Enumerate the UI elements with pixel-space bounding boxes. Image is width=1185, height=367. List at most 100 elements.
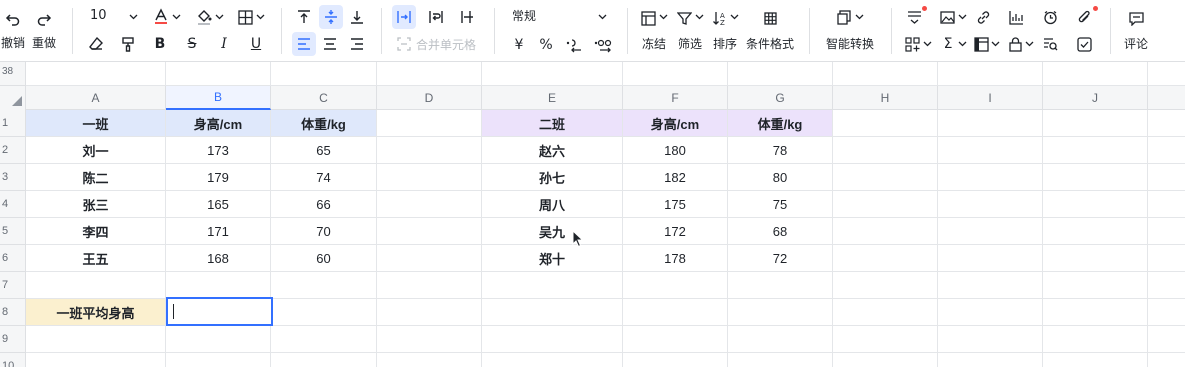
weight-cell[interactable]: 75 — [728, 191, 833, 218]
italic-icon[interactable]: I — [214, 34, 234, 54]
column-header-d[interactable]: D — [377, 86, 482, 110]
grid-cell[interactable] — [1148, 191, 1185, 218]
name-cell[interactable]: 周八 — [482, 191, 623, 218]
grid-cell[interactable] — [26, 326, 166, 353]
column-header-e[interactable]: E — [482, 86, 623, 110]
grid-cell[interactable] — [1148, 218, 1185, 245]
comment-icon[interactable] — [1127, 9, 1145, 27]
grid-cell[interactable] — [377, 110, 482, 137]
align-center-icon[interactable] — [319, 33, 341, 55]
grid-cell[interactable] — [623, 62, 728, 86]
redo-button[interactable]: 重做 — [32, 36, 56, 50]
conditional-format-button[interactable]: 条件格式 — [746, 37, 794, 51]
weight-cell[interactable]: 72 — [728, 245, 833, 272]
grid-cell[interactable] — [938, 326, 1043, 353]
grid-cell[interactable] — [271, 326, 377, 353]
undo-button[interactable]: 撤销 — [1, 36, 25, 50]
row-header[interactable]: 8 — [0, 299, 26, 326]
height-cell[interactable]: 168 — [166, 245, 271, 272]
fill-color-icon[interactable] — [195, 7, 213, 27]
weight-cell[interactable]: 80 — [728, 164, 833, 191]
align-top-icon[interactable] — [293, 6, 315, 28]
checkbox-icon[interactable] — [1075, 35, 1093, 53]
weight-cell[interactable]: 78 — [728, 137, 833, 164]
grid-cell[interactable] — [728, 326, 833, 353]
grid-cell[interactable] — [938, 137, 1043, 164]
grid-cell[interactable] — [1148, 164, 1185, 191]
grid-cell[interactable] — [1148, 110, 1185, 137]
name-cell[interactable]: 李四 — [26, 218, 166, 245]
underline-icon[interactable]: U — [246, 34, 266, 54]
grid-cell[interactable] — [833, 326, 938, 353]
link-icon[interactable] — [974, 8, 992, 26]
decrease-decimal-icon[interactable] — [563, 35, 585, 55]
row-header[interactable]: 38 — [0, 62, 26, 86]
height-cell[interactable]: 178 — [623, 245, 728, 272]
grid-cell[interactable] — [833, 137, 938, 164]
grid-cell[interactable] — [1043, 137, 1148, 164]
grid-cell[interactable] — [728, 299, 833, 326]
grid-cell[interactable] — [728, 272, 833, 299]
grid-cell[interactable] — [1043, 245, 1148, 272]
grid-cell[interactable] — [26, 62, 166, 86]
grid-cell[interactable] — [377, 62, 482, 86]
row-header[interactable]: 6 — [0, 245, 26, 272]
grid-cell[interactable] — [833, 218, 938, 245]
grid-cell[interactable] — [833, 245, 938, 272]
name-cell[interactable]: 赵六 — [482, 137, 623, 164]
chevron-down-icon[interactable] — [730, 12, 739, 21]
pivot-table-icon[interactable] — [972, 35, 990, 53]
select-all-corner[interactable] — [0, 86, 26, 110]
increase-decimal-icon[interactable] — [591, 35, 615, 55]
height-cell[interactable]: 165 — [166, 191, 271, 218]
chevron-down-icon[interactable] — [215, 12, 224, 21]
undo-icon[interactable] — [3, 9, 23, 29]
row-header[interactable]: 5 — [0, 218, 26, 245]
clip-text-icon[interactable] — [457, 6, 479, 28]
filter-button[interactable]: 筛选 — [678, 37, 702, 51]
find-replace-icon[interactable] — [1041, 35, 1059, 53]
grid-cell[interactable] — [1043, 218, 1148, 245]
grid-cell[interactable] — [833, 164, 938, 191]
grid-cell[interactable] — [377, 191, 482, 218]
grid-cell[interactable] — [1148, 326, 1185, 353]
column-header-next[interactable] — [1148, 86, 1185, 110]
grid-cell[interactable] — [482, 272, 623, 299]
insert-widget-icon[interactable] — [903, 35, 921, 53]
grid-cell[interactable] — [482, 326, 623, 353]
font-size-select[interactable]: 10 — [90, 9, 107, 23]
grid-cell[interactable] — [377, 353, 482, 367]
grid-cell[interactable] — [623, 353, 728, 367]
comment-button[interactable]: 评论 — [1124, 37, 1148, 51]
chevron-down-icon[interactable] — [991, 39, 1000, 48]
grid-cell[interactable] — [1148, 299, 1185, 326]
grid-cell[interactable] — [1043, 164, 1148, 191]
table-header-cell[interactable]: 体重/kg — [271, 110, 377, 137]
chevron-down-icon[interactable] — [256, 12, 265, 21]
smart-convert-button[interactable]: 智能转换 — [826, 37, 874, 51]
weight-cell[interactable]: 60 — [271, 245, 377, 272]
name-cell[interactable]: 孙七 — [482, 164, 623, 191]
grid-cell[interactable] — [166, 353, 271, 367]
grid-cell[interactable] — [938, 353, 1043, 367]
grid-cell[interactable] — [833, 299, 938, 326]
avg-height-label-cell[interactable]: 一班平均身高 — [26, 299, 166, 326]
strikethrough-icon[interactable]: S — [182, 34, 202, 54]
alarm-clock-icon[interactable] — [1041, 8, 1059, 26]
chevron-down-icon[interactable] — [695, 12, 704, 21]
row-header[interactable]: 3 — [0, 164, 26, 191]
data-validation-icon[interactable] — [905, 8, 923, 26]
clear-format-icon[interactable] — [86, 34, 106, 54]
number-format-select[interactable]: 常规 — [512, 9, 536, 23]
grid-cell[interactable] — [728, 62, 833, 86]
grid-cell[interactable] — [166, 272, 271, 299]
grid-cell[interactable] — [377, 299, 482, 326]
grid-cell[interactable] — [482, 353, 623, 367]
grid-cell[interactable] — [728, 353, 833, 367]
grid-cell[interactable] — [1148, 245, 1185, 272]
chevron-down-icon[interactable] — [598, 12, 607, 21]
chevron-down-icon[interactable] — [659, 12, 668, 21]
chevron-down-icon[interactable] — [172, 12, 181, 21]
chart-icon[interactable] — [1007, 8, 1025, 26]
merge-cells-button[interactable]: 合并单元格 — [416, 38, 476, 52]
